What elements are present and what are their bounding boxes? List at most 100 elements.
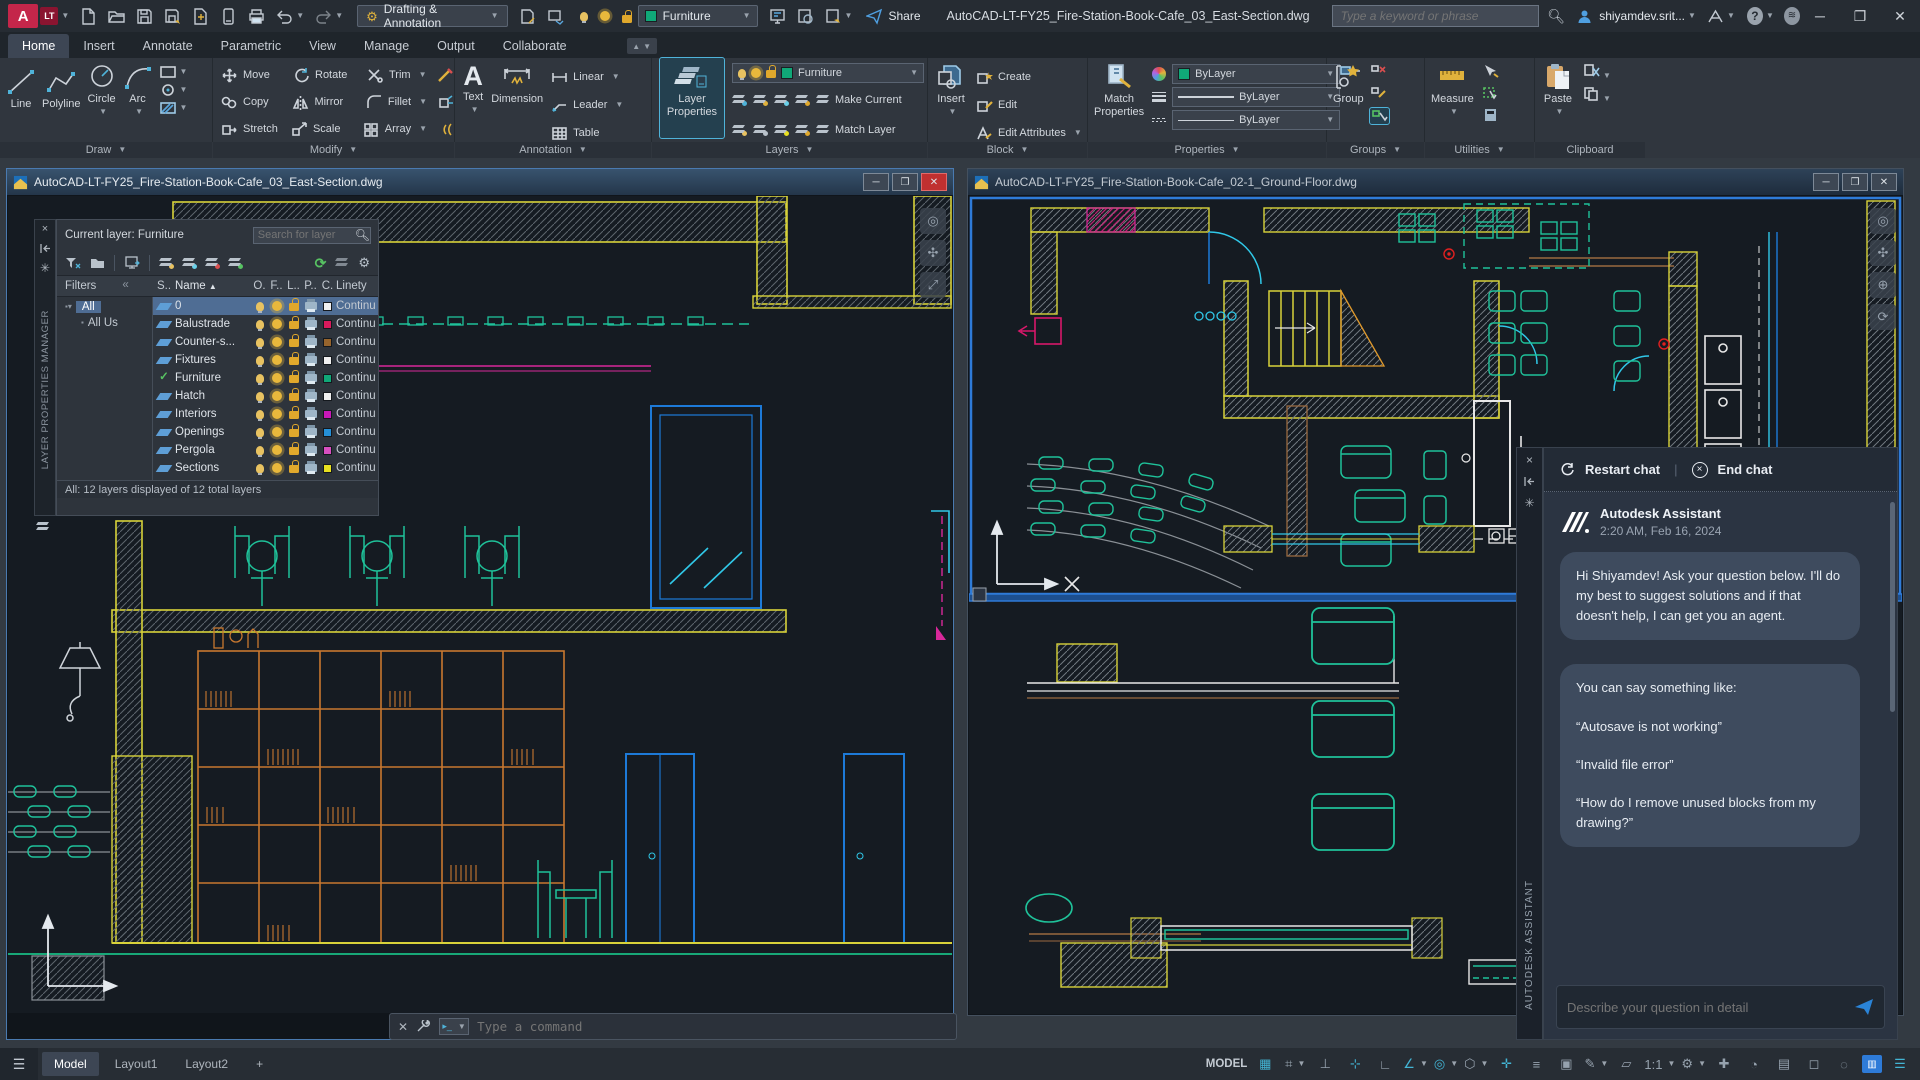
settings-gear-icon[interactable]: ⚙ xyxy=(358,256,370,269)
child-close-button[interactable]: ✕ xyxy=(921,173,947,191)
ground-floor-titlebar[interactable]: AutoCAD-LT-FY25_Fire-Station-Book-Cafe_0… xyxy=(968,169,1903,195)
col-color[interactable]: C. xyxy=(319,280,336,292)
autodesk-caret-icon[interactable]: ▼ xyxy=(1727,12,1735,20)
restart-chat-button[interactable]: Restart chat xyxy=(1585,462,1660,477)
edit-block-button[interactable]: Edit xyxy=(976,92,1082,118)
insert-block-button[interactable]: Insert▼ xyxy=(936,58,966,116)
new-layout-button[interactable]: + xyxy=(244,1052,275,1076)
match-properties-button[interactable]: Match Properties xyxy=(1094,58,1144,118)
app-menu-caret-icon[interactable]: ▼ xyxy=(61,12,69,20)
user-caret-icon[interactable]: ▼ xyxy=(1688,12,1696,20)
model-tab[interactable]: Model xyxy=(42,1052,99,1076)
panel-label-block[interactable]: Block▼ xyxy=(928,142,1087,158)
share-label[interactable]: Share xyxy=(888,9,920,23)
rectangle-tool-button[interactable]: ▼ xyxy=(159,65,188,79)
layer-row[interactable]: BalustradeContinuous xyxy=(153,315,378,333)
new-layer-frozen-icon[interactable] xyxy=(182,258,196,268)
measure-button[interactable]: Measure▼ xyxy=(1431,58,1474,116)
open-folder-icon[interactable] xyxy=(108,8,125,25)
fillet-button[interactable]: Fillet▼ xyxy=(366,89,427,115)
tab-collaborate[interactable]: Collaborate xyxy=(489,34,581,58)
command-close-icon[interactable]: ✕ xyxy=(398,1021,408,1033)
layer-row[interactable]: 0Continuous xyxy=(153,297,378,315)
match-layer-button[interactable]: Match Layer xyxy=(816,117,896,143)
command-prompt-chip[interactable]: ▸_▼ xyxy=(439,1018,469,1035)
model-space-toggle[interactable]: MODEL xyxy=(1206,1053,1248,1075)
quick-calc-icon[interactable] xyxy=(1482,108,1499,125)
lighting-bulb-icon[interactable] xyxy=(580,12,588,21)
command-input[interactable] xyxy=(477,1019,948,1034)
ellipse-tool-button[interactable]: ▼ xyxy=(159,83,188,97)
monitor-icon[interactable] xyxy=(769,8,786,25)
paste-button[interactable]: Paste▼ xyxy=(1543,58,1573,116)
layer-row[interactable]: HatchContinuous xyxy=(153,387,378,405)
quick-properties-toggle[interactable]: ▤ xyxy=(1772,1053,1796,1075)
delete-layer-icon[interactable] xyxy=(205,258,219,268)
erase-button[interactable] xyxy=(437,62,454,88)
print-icon[interactable] xyxy=(248,8,265,25)
child-close-button[interactable]: ✕ xyxy=(1871,173,1897,191)
copy-clip-icon[interactable]: ▼ xyxy=(1583,87,1611,104)
command-wrench-icon[interactable] xyxy=(416,1020,431,1033)
layer-row-current[interactable]: ✓FurnitureContinuous xyxy=(153,369,378,387)
make-current-button[interactable]: Make Current xyxy=(816,87,902,113)
snap-mode-toggle[interactable]: ⌗▼ xyxy=(1283,1053,1307,1075)
set-current-layer-icon[interactable] xyxy=(228,258,242,268)
create-block-button[interactable]: Create xyxy=(976,64,1082,90)
array-button[interactable]: Array▼ xyxy=(363,116,427,142)
polyline-tool-button[interactable]: Polyline xyxy=(42,63,81,111)
assistant-close-icon[interactable]: × xyxy=(1526,454,1533,466)
suggestion-autosave[interactable]: “Autosave is not working” xyxy=(1576,717,1844,737)
maximize-button[interactable]: ❐ xyxy=(1840,2,1880,30)
layer-row[interactable]: InteriorsContinuous xyxy=(153,405,378,423)
help-icon[interactable]: ? xyxy=(1747,7,1763,25)
col-lock[interactable]: L.. xyxy=(285,280,302,292)
search-icon[interactable]: 🔍︎ xyxy=(1547,9,1565,23)
sun-brightness-icon[interactable] xyxy=(600,11,610,21)
collapse-filters-icon[interactable]: « xyxy=(122,280,128,292)
layer-unlock-icon[interactable] xyxy=(774,125,788,135)
polar-tracking-toggle[interactable]: ∠▼ xyxy=(1403,1053,1428,1075)
panel-label-properties[interactable]: Properties▼ xyxy=(1088,142,1326,158)
cut-icon[interactable]: ▼ xyxy=(1583,64,1611,81)
new-layer-icon[interactable] xyxy=(159,258,173,268)
leader-button[interactable]: Leader▼ xyxy=(551,92,623,118)
grid-display-toggle[interactable]: ▦ xyxy=(1253,1053,1277,1075)
select-similar-icon[interactable] xyxy=(1482,86,1499,103)
linetype-icon[interactable] xyxy=(1152,118,1166,122)
plot-preview-icon[interactable] xyxy=(547,8,564,25)
tab-annotate[interactable]: Annotate xyxy=(129,34,207,58)
assistant-entry-icon[interactable]: ≋ xyxy=(1784,7,1800,25)
end-chat-button[interactable]: End chat xyxy=(1718,462,1773,477)
layer-isolate-icon[interactable] xyxy=(753,95,767,105)
ortho-mode-toggle[interactable]: ∟ xyxy=(1373,1053,1397,1075)
layout2-tab[interactable]: Layout2 xyxy=(173,1052,240,1076)
child-restore-button[interactable]: ❐ xyxy=(1842,173,1868,191)
ribbon-collapse-button[interactable]: ▲▼ xyxy=(627,38,657,54)
compare-caret-icon[interactable]: ▼ xyxy=(845,12,853,20)
layer-settings-stack-icon[interactable] xyxy=(335,258,349,268)
group-button[interactable]: Group xyxy=(1333,58,1364,106)
linetype-select[interactable]: ByLayer▼ xyxy=(1172,110,1340,130)
tab-output[interactable]: Output xyxy=(423,34,489,58)
save-as-icon[interactable] xyxy=(164,8,181,25)
layer-freeze-icon[interactable] xyxy=(774,95,788,105)
isolate-objects-button[interactable]: ◌ xyxy=(1832,1053,1856,1075)
object-snap-tracking-toggle[interactable]: ✛ xyxy=(1494,1053,1518,1075)
new-filter-icon[interactable] xyxy=(65,256,81,269)
hardware-acceleration-icon[interactable]: ▥ xyxy=(1862,1055,1882,1073)
layer-properties-button[interactable]: Layer Properties xyxy=(660,58,724,138)
hatch-tool-button[interactable]: ▼ xyxy=(159,101,188,115)
help-caret-icon[interactable]: ▼ xyxy=(1766,12,1774,20)
tab-manage[interactable]: Manage xyxy=(350,34,423,58)
osnap-toggle[interactable]: ◎▼ xyxy=(1434,1053,1458,1075)
selection-cycling-toggle[interactable]: ▣ xyxy=(1554,1053,1578,1075)
ribbon-layer-combo[interactable]: Furniture ▼ xyxy=(732,63,924,83)
arc-tool-button[interactable]: Arc▼ xyxy=(123,58,153,116)
offset-button[interactable] xyxy=(437,116,454,142)
quick-select-icon[interactable] xyxy=(1482,64,1499,81)
panel-label-clipboard[interactable]: Clipboard xyxy=(1535,142,1645,158)
infocenter-search-input[interactable] xyxy=(1332,5,1540,27)
units-button[interactable]: ◔ xyxy=(1742,1053,1766,1075)
ungroup-icon[interactable] xyxy=(1370,64,1389,81)
